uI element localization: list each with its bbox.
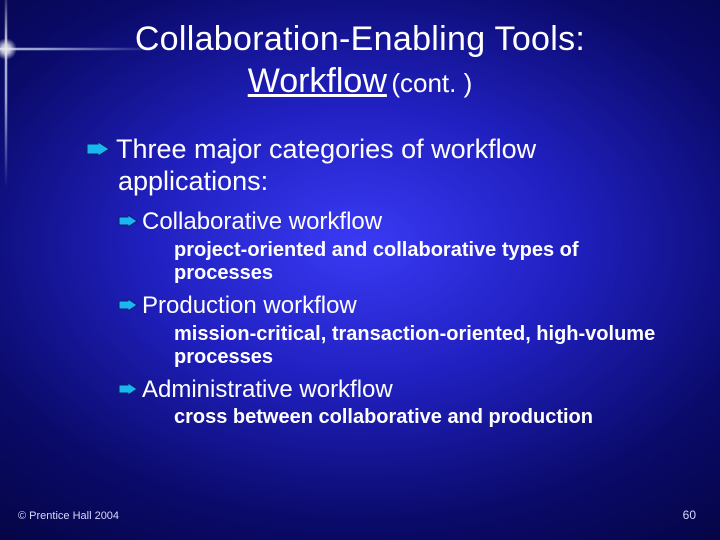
item-1-title: Collaborative workflow <box>144 208 680 237</box>
item-2-desc: mission-critical, transaction-oriented, … <box>174 323 680 370</box>
bullet-arrow-icon <box>118 299 138 311</box>
title-line-2: Workflow (cont. ) <box>0 62 720 101</box>
slide-title: Collaboration-Enabling Tools: Workflow (… <box>0 20 720 101</box>
item-1-desc: project-oriented and collaborative types… <box>174 239 680 286</box>
main-heading: Three major categories of workflow appli… <box>118 134 680 198</box>
copyright: © Prentice Hall 2004 <box>18 510 119 522</box>
item-2-title: Production workflow <box>144 292 680 321</box>
main-heading-text: Three major categories of workflow appli… <box>116 134 536 196</box>
slide-body: Three major categories of workflow appli… <box>118 134 680 436</box>
title-cont: (cont. ) <box>391 68 472 98</box>
item-3: Administrative workflow cross between co… <box>118 376 680 430</box>
bullet-arrow-icon <box>118 383 138 395</box>
bullet-arrow-icon <box>86 142 110 156</box>
title-line-1: Collaboration-Enabling Tools: <box>0 20 720 59</box>
item-2: Production workflow mission-critical, tr… <box>118 292 680 370</box>
item-1: Collaborative workflow project-oriented … <box>118 208 680 286</box>
item-2-title-text: Production workflow <box>142 292 357 319</box>
item-3-desc: cross between collaborative and producti… <box>174 406 680 430</box>
item-3-title: Administrative workflow <box>144 376 680 405</box>
title-workflow: Workflow <box>248 62 387 100</box>
bullet-arrow-icon <box>118 215 138 227</box>
item-3-title-text: Administrative workflow <box>142 376 393 403</box>
page-number: 60 <box>683 508 696 522</box>
item-1-title-text: Collaborative workflow <box>142 208 382 235</box>
